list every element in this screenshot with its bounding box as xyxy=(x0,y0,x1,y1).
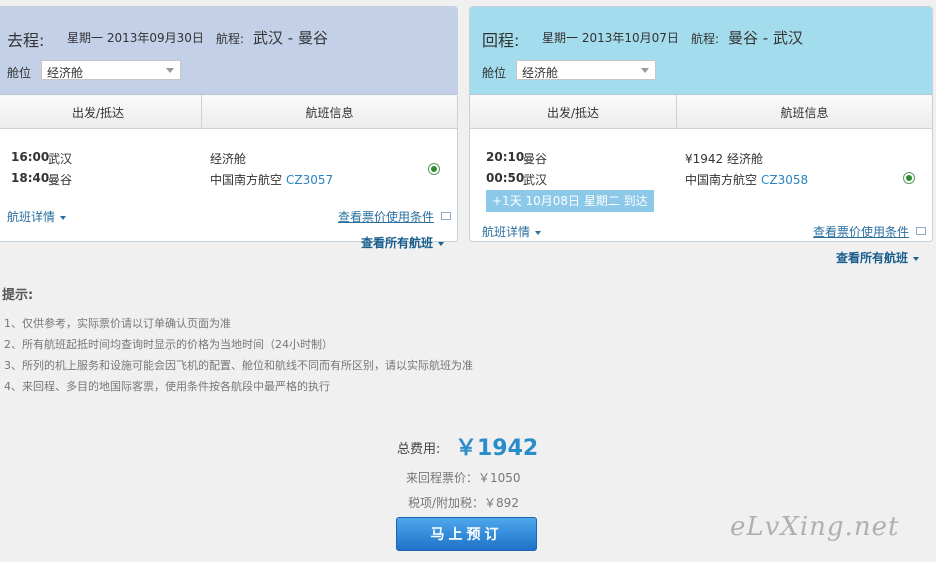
outbound-route: 武汉 - 曼谷 xyxy=(253,29,328,47)
return-details-link[interactable]: 航班详情 xyxy=(482,223,542,240)
outbound-cabin-select[interactable]: 经济舱 xyxy=(41,60,181,80)
col-flight-info: 航班信息 xyxy=(780,106,829,120)
outbound-fare: 经济舱 xyxy=(210,152,247,166)
outbound-select-radio[interactable] xyxy=(428,163,440,175)
chevron-down-icon xyxy=(535,230,542,235)
outbound-header: 去程: 星期一 2013年09月30日 航程: 武汉 - 曼谷 舱位 经济舱 xyxy=(0,7,457,95)
return-arrive-time: 00:50 xyxy=(486,171,525,185)
return-select-radio[interactable] xyxy=(903,172,915,184)
return-all-flights-link[interactable]: 查看所有航班 xyxy=(836,249,920,266)
return-airline: 中国南方航空 CZ3058 xyxy=(685,171,808,188)
outbound-cabin-value: 经济舱 xyxy=(47,66,84,80)
return-airline-name: 中国南方航空 xyxy=(685,173,758,187)
col-depart-arrive: 出发/抵达 xyxy=(71,106,125,120)
taxes-fees: 税项/附加税：￥892 xyxy=(408,496,519,510)
return-depart-time: 20:10 xyxy=(486,150,525,164)
chevron-down-icon xyxy=(641,68,649,73)
return-details-label: 航班详情 xyxy=(482,225,531,239)
book-now-button[interactable]: 马上预订 xyxy=(396,517,537,551)
outbound-flight-panel: 去程: 星期一 2013年09月30日 航程: 武汉 - 曼谷 舱位 经济舱 出… xyxy=(0,6,458,242)
outbound-route-label: 航程: xyxy=(216,32,245,46)
return-date: 星期一 2013年10月07日 xyxy=(542,31,679,45)
return-flight-panel: 回程: 星期一 2013年10月07日 航程: 曼谷 - 武汉 舱位 经济舱 出… xyxy=(469,6,933,242)
total-amount: ￥1942 xyxy=(455,436,539,461)
tip-item: 2、所有航班起抵时间均查询时显示的价格为当地时间（24小时制） xyxy=(4,338,333,351)
external-link-icon xyxy=(916,227,926,235)
watermark-logo: eLvXing.net xyxy=(730,512,900,542)
outbound-all-flights-link[interactable]: 查看所有航班 xyxy=(361,234,445,251)
col-depart-arrive: 出发/抵达 xyxy=(546,106,600,120)
round-trip-fare: 来回程票价：￥1050 xyxy=(406,471,521,485)
outbound-all-flights-label: 查看所有航班 xyxy=(361,236,434,250)
return-leg-label: 回程: xyxy=(482,31,520,50)
outbound-arrive-time: 18:40 xyxy=(11,171,50,185)
outbound-date: 星期一 2013年09月30日 xyxy=(67,31,204,45)
outbound-depart-time: 16:00 xyxy=(11,150,50,164)
outbound-leg-label: 去程: xyxy=(7,31,45,50)
next-day-arrival-badge: +1天 10月08日 星期二 到达 xyxy=(486,190,654,212)
outbound-airline: 中国南方航空 CZ3057 xyxy=(210,171,333,188)
tip-item: 3、所列的机上服务和设施可能会因飞机的配置、舱位和航线不同而有所区别，请以实际航… xyxy=(4,359,473,372)
outbound-details-link[interactable]: 航班详情 xyxy=(7,208,67,225)
outbound-cabin-label: 舱位 xyxy=(7,66,32,80)
return-header: 回程: 星期一 2013年10月07日 航程: 曼谷 - 武汉 舱位 经济舱 xyxy=(470,7,932,95)
return-depart-city: 曼谷 xyxy=(523,152,548,166)
outbound-arrive-city: 曼谷 xyxy=(48,173,73,187)
outbound-flight-number[interactable]: CZ3057 xyxy=(286,173,333,187)
outbound-details-label: 航班详情 xyxy=(7,210,56,224)
chevron-down-icon xyxy=(913,256,920,261)
return-cabin-label: 舱位 xyxy=(482,66,507,80)
external-link-icon xyxy=(441,212,451,220)
return-route-label: 航程: xyxy=(691,32,720,46)
chevron-down-icon xyxy=(60,215,67,220)
tip-item: 4、来回程、多目的地国际客票，使用条件按各航段中最严格的执行 xyxy=(4,380,330,393)
outbound-column-header: 出发/抵达 航班信息 xyxy=(0,95,457,129)
return-cabin-select[interactable]: 经济舱 xyxy=(516,60,656,80)
tip-item: 1、仅供参考，实际票价请以订单确认页面为准 xyxy=(4,317,231,330)
return-fare: ¥1942 经济舱 xyxy=(685,152,763,166)
return-route: 曼谷 - 武汉 xyxy=(728,29,803,47)
return-arrive-city: 武汉 xyxy=(523,173,548,187)
outbound-airline-name: 中国南方航空 xyxy=(210,173,283,187)
outbound-depart-city: 武汉 xyxy=(48,152,73,166)
tips-title: 提示: xyxy=(2,288,34,303)
return-cabin-value: 经济舱 xyxy=(522,66,559,80)
total-label: 总费用: xyxy=(397,442,441,457)
return-column-header: 出发/抵达 航班信息 xyxy=(470,95,932,129)
return-all-flights-label: 查看所有航班 xyxy=(836,251,909,265)
chevron-down-icon xyxy=(166,68,174,73)
chevron-down-icon xyxy=(438,241,445,246)
outbound-rules-link[interactable]: 查看票价使用条件 xyxy=(338,208,434,225)
return-rules-link[interactable]: 查看票价使用条件 xyxy=(813,223,909,240)
col-flight-info: 航班信息 xyxy=(305,106,354,120)
return-flight-number[interactable]: CZ3058 xyxy=(761,173,808,187)
